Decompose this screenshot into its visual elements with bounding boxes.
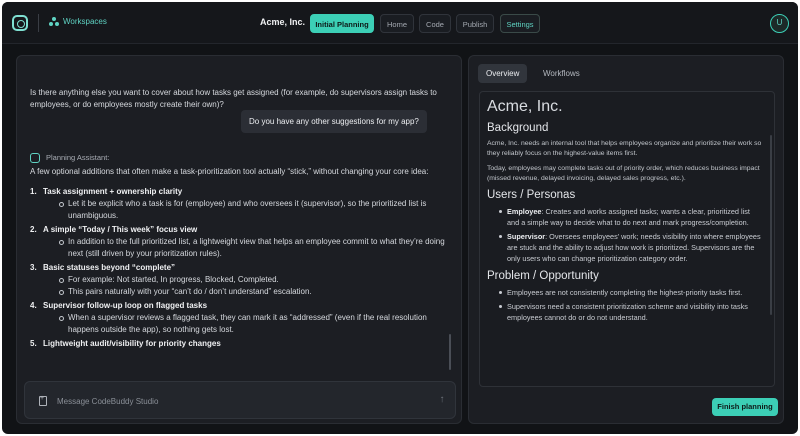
assistant-reply: A few optional additions that often make… bbox=[30, 166, 450, 352]
persona-description: : Creates and works assigned tasks; want… bbox=[507, 207, 750, 227]
item-title: Basic statuses beyond “complete” bbox=[43, 263, 176, 272]
users-heading: Users / Personas bbox=[487, 189, 576, 201]
item-detail: When a supervisor reviews a flagged task… bbox=[30, 312, 450, 336]
item-number: 3. bbox=[30, 263, 37, 272]
divider bbox=[38, 14, 39, 32]
background-paragraph: Today, employees may complete tasks out … bbox=[487, 165, 760, 182]
background-heading: Background bbox=[487, 122, 549, 134]
item-title: Supervisor follow-up loop on flagged tas… bbox=[43, 301, 208, 310]
overview-document[interactable]: Acme, Inc. Background Acme, Inc. needs a… bbox=[479, 91, 775, 387]
tab-settings[interactable]: Settings bbox=[500, 14, 540, 33]
item-title: A simple “Today / This week” focus view bbox=[43, 225, 198, 234]
persona-item: Supervisor: Oversees employees’ work; ne… bbox=[487, 231, 763, 264]
problem-item: Employees are not consistently completin… bbox=[487, 287, 763, 298]
problem-list: Employees are not consistently completin… bbox=[487, 287, 763, 323]
item-detail: This pairs naturally with your “can’t do… bbox=[30, 286, 450, 298]
top-bar: Workspaces Acme, Inc. Initial Planning H… bbox=[2, 2, 798, 44]
workspaces-link[interactable]: Workspaces bbox=[63, 17, 107, 26]
message-composer: ↑ bbox=[24, 381, 456, 419]
tab-overview[interactable]: Overview bbox=[478, 64, 528, 83]
persona-description: : Oversees employees’ work; needs visibi… bbox=[507, 232, 761, 263]
item-detail: For example: Not started, In progress, B… bbox=[30, 274, 450, 286]
doc-title: Acme, Inc. bbox=[487, 98, 563, 115]
persona-role: Employee bbox=[507, 207, 542, 216]
persona-list: Employee: Creates and works assigned tas… bbox=[487, 206, 763, 264]
workspaces-icon[interactable] bbox=[49, 17, 59, 27]
problem-item: Supervisors need a consistent prioritiza… bbox=[487, 301, 763, 323]
suggestion-item: 3. Basic statuses beyond “complete” For e… bbox=[30, 262, 450, 298]
finish-planning-button[interactable]: Finish planning bbox=[712, 398, 778, 416]
item-number: 4. bbox=[30, 301, 37, 310]
assistant-intro: A few optional additions that often make… bbox=[30, 167, 429, 176]
tab-home[interactable]: Home bbox=[380, 14, 414, 33]
item-number: 2. bbox=[30, 225, 37, 234]
item-title: Task assignment + ownership clarity bbox=[43, 187, 183, 196]
item-detail: In addition to the full prioritized list… bbox=[30, 236, 450, 260]
attach-file-icon[interactable] bbox=[39, 395, 47, 406]
persona-role: Supervisor bbox=[507, 232, 546, 241]
suggestion-item: 2. A simple “Today / This week” focus vie… bbox=[30, 224, 450, 260]
assistant-message: Is there anything else you want to cover… bbox=[30, 88, 437, 109]
item-title: Lightweight audit/visibility for priorit… bbox=[43, 339, 221, 348]
message-input[interactable] bbox=[57, 392, 427, 410]
item-number: 5. bbox=[30, 339, 37, 348]
chat-messages[interactable]: Is there anything else you want to cover… bbox=[17, 56, 461, 372]
user-avatar[interactable]: U bbox=[770, 14, 789, 33]
chat-scrollbar[interactable] bbox=[449, 334, 451, 370]
app-logo-icon[interactable] bbox=[12, 15, 28, 31]
problem-heading: Problem / Opportunity bbox=[487, 270, 599, 282]
document-scrollbar[interactable] bbox=[770, 135, 772, 315]
user-message: Do you have any other suggestions for my… bbox=[241, 110, 427, 133]
tab-initial-planning[interactable]: Initial Planning bbox=[310, 14, 374, 33]
tab-workflows[interactable]: Workflows bbox=[535, 64, 588, 83]
background-paragraph: Acme, Inc. needs an internal tool that h… bbox=[487, 140, 762, 157]
app-title: Acme, Inc. bbox=[260, 17, 306, 27]
tab-code[interactable]: Code bbox=[419, 14, 451, 33]
item-detail: Let it be explicit who a task is for (em… bbox=[30, 198, 450, 222]
chat-panel: Is there anything else you want to cover… bbox=[16, 55, 462, 424]
tab-publish[interactable]: Publish bbox=[456, 14, 494, 33]
send-arrow-icon[interactable]: ↑ bbox=[436, 394, 448, 406]
persona-item: Employee: Creates and works assigned tas… bbox=[487, 206, 763, 228]
suggestion-item: 5. Lightweight audit/visibility for prior… bbox=[30, 338, 450, 350]
suggestion-item: 4. Supervisor follow-up loop on flagged t… bbox=[30, 300, 450, 336]
assistant-name: Planning Assistant: bbox=[46, 153, 110, 162]
app-window: Workspaces Acme, Inc. Initial Planning H… bbox=[2, 2, 798, 434]
item-number: 1. bbox=[30, 187, 37, 196]
suggestion-item: 1. Task assignment + ownership clarity Le… bbox=[30, 186, 450, 222]
assistant-avatar-icon bbox=[30, 153, 40, 163]
suggestion-list: 1. Task assignment + ownership clarity Le… bbox=[30, 186, 450, 350]
document-panel: Overview Workflows Acme, Inc. Background… bbox=[468, 55, 784, 424]
